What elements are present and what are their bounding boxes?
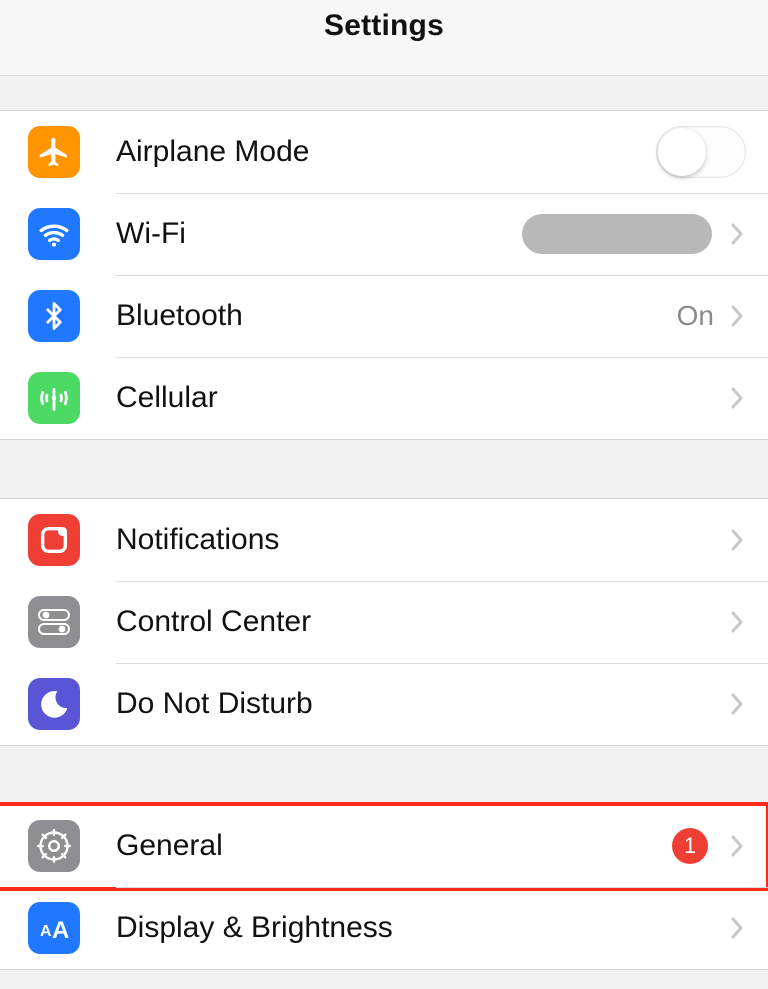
settings-group-general: General 1 A A Display & Brightness <box>0 804 768 970</box>
chevron-right-icon <box>728 832 746 860</box>
moon-icon <box>28 678 80 730</box>
chevron-right-icon <box>728 914 746 942</box>
notification-badge: 1 <box>672 828 708 864</box>
chevron-right-icon <box>728 220 746 248</box>
row-label: Wi-Fi <box>116 217 522 251</box>
chevron-right-icon <box>728 302 746 330</box>
settings-group-system: Notifications Control Center Do Not Dist… <box>0 498 768 746</box>
row-cellular[interactable]: Cellular <box>0 357 768 439</box>
row-airplane-mode[interactable]: Airplane Mode <box>0 111 768 193</box>
row-bluetooth[interactable]: Bluetooth On <box>0 275 768 357</box>
chevron-right-icon <box>728 384 746 412</box>
row-label: Bluetooth <box>116 299 677 333</box>
notifications-icon <box>28 514 80 566</box>
settings-group-connectivity: Airplane Mode Wi-Fi Bluetooth On Cellula… <box>0 110 768 440</box>
cellular-icon <box>28 372 80 424</box>
bluetooth-icon <box>28 290 80 342</box>
airplane-toggle[interactable] <box>656 126 746 178</box>
row-label: General <box>116 829 672 863</box>
row-label: Notifications <box>116 523 728 557</box>
control-center-icon <box>28 596 80 648</box>
section-spacer <box>0 440 768 498</box>
svg-text:A: A <box>40 923 52 940</box>
section-spacer <box>0 76 768 110</box>
row-label: Cellular <box>116 381 728 415</box>
row-label: Display & Brightness <box>116 911 728 945</box>
wifi-icon <box>28 208 80 260</box>
chevron-right-icon <box>728 608 746 636</box>
text-size-icon: A A <box>28 902 80 954</box>
bluetooth-value: On <box>677 300 714 332</box>
row-notifications[interactable]: Notifications <box>0 499 768 581</box>
row-control-center[interactable]: Control Center <box>0 581 768 663</box>
row-wifi[interactable]: Wi-Fi <box>0 193 768 275</box>
row-label: Control Center <box>116 605 728 639</box>
header: Settings <box>0 0 768 76</box>
airplane-icon <box>28 126 80 178</box>
row-general[interactable]: General 1 <box>0 805 768 887</box>
chevron-right-icon <box>728 526 746 554</box>
gear-icon <box>28 820 80 872</box>
row-do-not-disturb[interactable]: Do Not Disturb <box>0 663 768 745</box>
row-label: Do Not Disturb <box>116 687 728 721</box>
wifi-value-redacted <box>522 214 712 254</box>
page-title: Settings <box>324 9 444 43</box>
row-label: Airplane Mode <box>116 135 656 169</box>
section-spacer <box>0 746 768 804</box>
svg-text:A: A <box>52 917 69 942</box>
row-display-brightness[interactable]: A A Display & Brightness <box>0 887 768 969</box>
chevron-right-icon <box>728 690 746 718</box>
